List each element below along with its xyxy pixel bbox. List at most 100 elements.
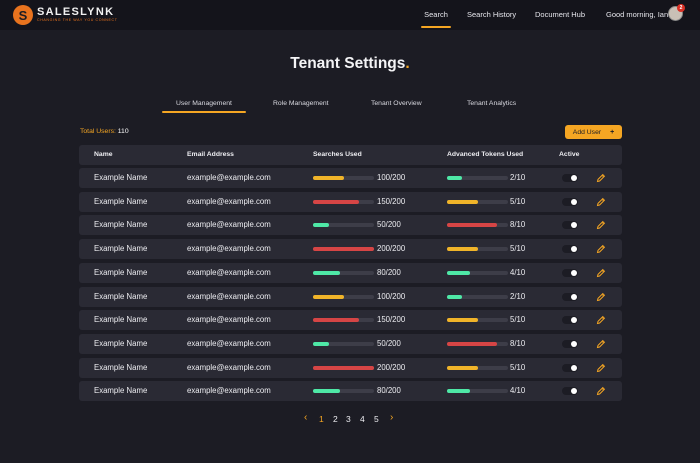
tokens-progress-bar <box>447 176 508 180</box>
table-row: Example Name example@example.com 200/200 5/… <box>79 358 622 378</box>
toggle-knob <box>571 388 577 394</box>
tab-tenant-overview[interactable]: Tenant Overview <box>371 100 422 107</box>
tokens-progress-fill <box>447 223 498 227</box>
toggle-knob <box>571 365 577 371</box>
searches-used-value: 80/200 <box>377 268 401 277</box>
searches-used-value: 150/200 <box>377 315 406 324</box>
tokens-used-value: 4/10 <box>510 268 526 277</box>
active-toggle[interactable] <box>562 245 578 253</box>
active-toggle[interactable] <box>562 340 578 348</box>
edit-pencil-icon[interactable] <box>596 386 606 396</box>
user-email: example@example.com <box>187 220 271 229</box>
active-toggle[interactable] <box>562 293 578 301</box>
add-user-button[interactable]: Add User + <box>565 125 622 139</box>
edit-pencil-icon[interactable] <box>596 173 606 183</box>
searches-progress-fill <box>313 318 359 322</box>
edit-pencil-icon[interactable] <box>596 315 606 325</box>
edit-pencil-icon[interactable] <box>596 197 606 207</box>
edit-pencil-icon[interactable] <box>596 220 606 230</box>
table-row: Example Name example@example.com 50/200 8/1… <box>79 215 622 235</box>
edit-pencil-icon[interactable] <box>596 268 606 278</box>
searches-progress-bar <box>313 342 374 346</box>
user-name: Example Name <box>94 315 148 324</box>
tokens-used-value: 2/10 <box>510 292 526 301</box>
tokens-progress-fill <box>447 247 478 251</box>
page-2[interactable]: 2 <box>333 414 338 424</box>
searches-used-value: 150/200 <box>377 197 406 206</box>
tokens-progress-bar <box>447 295 508 299</box>
tab-user-management[interactable]: User Management <box>162 100 246 113</box>
user-name: Example Name <box>94 173 148 182</box>
active-toggle[interactable] <box>562 269 578 277</box>
logo-mark-icon: S <box>13 5 33 25</box>
user-name: Example Name <box>94 339 148 348</box>
tokens-used-value: 8/10 <box>510 220 526 229</box>
active-toggle[interactable] <box>562 174 578 182</box>
tokens-used-value: 5/10 <box>510 197 526 206</box>
tokens-progress-fill <box>447 200 478 204</box>
tokens-progress-bar <box>447 366 508 370</box>
user-name: Example Name <box>94 363 148 372</box>
searches-used-value: 200/200 <box>377 244 406 253</box>
tokens-progress-fill <box>447 176 463 180</box>
toggle-knob <box>571 246 577 252</box>
active-toggle[interactable] <box>562 364 578 372</box>
user-name: Example Name <box>94 197 148 206</box>
searches-progress-bar <box>313 223 374 227</box>
user-email: example@example.com <box>187 197 271 206</box>
nav-document-hub[interactable]: Document Hub <box>535 0 585 30</box>
next-page-button[interactable]: › <box>390 412 393 423</box>
active-toggle[interactable] <box>562 316 578 324</box>
user-greeting: Good morning, Ian <box>606 10 669 19</box>
page-5[interactable]: 5 <box>374 414 379 424</box>
active-toggle[interactable] <box>562 387 578 395</box>
tab-role-management[interactable]: Role Management <box>273 100 329 107</box>
user-email: example@example.com <box>187 173 271 182</box>
table-row: Example Name example@example.com 50/200 8/1… <box>79 334 622 354</box>
tokens-progress-bar <box>447 318 508 322</box>
tokens-progress-bar <box>447 223 508 227</box>
total-users: Total Users: 110 <box>80 128 129 135</box>
searches-progress-bar <box>313 389 374 393</box>
tokens-progress-fill <box>447 389 471 393</box>
searches-progress-fill <box>313 247 374 251</box>
edit-pencil-icon[interactable] <box>596 339 606 349</box>
user-email: example@example.com <box>187 292 271 301</box>
edit-pencil-icon[interactable] <box>596 244 606 254</box>
searches-used-value: 80/200 <box>377 386 401 395</box>
page-3[interactable]: 3 <box>346 414 351 424</box>
edit-pencil-icon[interactable] <box>596 363 606 373</box>
page-1[interactable]: 1 <box>319 414 324 424</box>
toggle-knob <box>571 199 577 205</box>
tokens-progress-fill <box>447 318 478 322</box>
searches-progress-bar <box>313 176 374 180</box>
table-row: Example Name example@example.com 100/200 2/… <box>79 287 622 307</box>
searches-progress-bar <box>313 271 374 275</box>
searches-progress-bar <box>313 200 374 204</box>
searches-progress-bar <box>313 247 374 251</box>
toggle-knob <box>571 270 577 276</box>
table-row: Example Name example@example.com 80/200 4/1… <box>79 263 622 283</box>
tokens-progress-fill <box>447 295 463 299</box>
notification-badge: 2 <box>677 4 685 12</box>
user-email: example@example.com <box>187 339 271 348</box>
tokens-progress-bar <box>447 271 508 275</box>
active-toggle[interactable] <box>562 221 578 229</box>
tokens-used-value: 5/10 <box>510 363 526 372</box>
header-name: Name <box>94 151 113 158</box>
prev-page-button[interactable]: ‹ <box>304 412 307 423</box>
page-title: Tenant Settings. <box>290 55 410 72</box>
nav-search[interactable]: Search <box>421 0 451 30</box>
searches-progress-fill <box>313 223 330 227</box>
user-email: example@example.com <box>187 386 271 395</box>
tab-tenant-analytics[interactable]: Tenant Analytics <box>467 100 516 107</box>
edit-pencil-icon[interactable] <box>596 292 606 302</box>
searches-progress-bar <box>313 318 374 322</box>
toggle-knob <box>571 222 577 228</box>
page-4[interactable]: 4 <box>360 414 365 424</box>
active-toggle[interactable] <box>562 198 578 206</box>
user-name: Example Name <box>94 268 148 277</box>
searches-used-value: 100/200 <box>377 173 406 182</box>
nav-search-history[interactable]: Search History <box>467 0 516 30</box>
saleslynk-logo[interactable]: S SALESLYNK CHANGING THE WAY YOU CONNECT <box>13 5 118 25</box>
